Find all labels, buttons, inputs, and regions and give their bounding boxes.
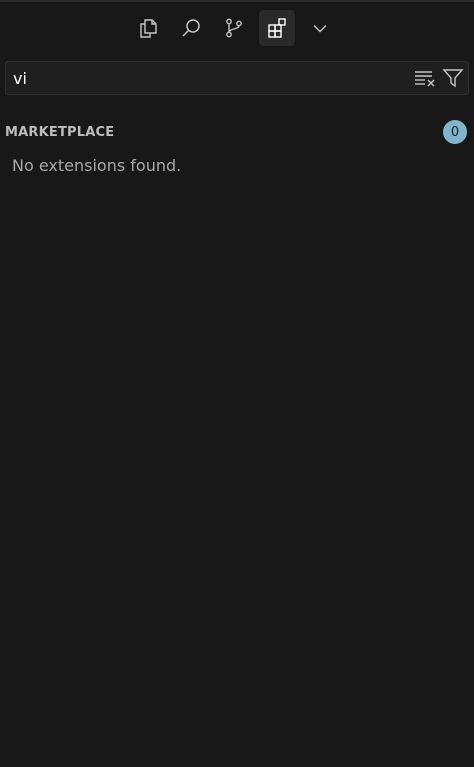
clear-filter-icon [415,71,435,87]
extensions-search-box [5,61,469,95]
section-title: MARKETPLACE [5,124,115,140]
tab-more[interactable] [302,10,338,46]
tab-extensions[interactable] [259,10,295,46]
extensions-search-input[interactable] [13,66,403,90]
filter-icon [442,69,464,88]
view-switcher [130,10,338,46]
clear-search-button[interactable] [414,67,436,89]
marketplace-section-header[interactable]: MARKETPLACE 0 [5,120,467,144]
chevron-down-icon [313,24,327,33]
result-count-badge: 0 [443,120,467,144]
explorer-icon [140,19,157,38]
filter-button[interactable] [442,67,464,89]
empty-results-message: No extensions found. [12,156,182,175]
search-actions [414,67,464,89]
tab-source-control[interactable] [216,10,252,46]
extensions-icon [268,18,286,38]
search-icon [182,19,200,37]
tab-search[interactable] [173,10,209,46]
tab-explorer[interactable] [130,10,166,46]
source-control-icon [226,18,242,38]
extensions-sidebar: MARKETPLACE 0 No extensions found. [0,0,474,767]
